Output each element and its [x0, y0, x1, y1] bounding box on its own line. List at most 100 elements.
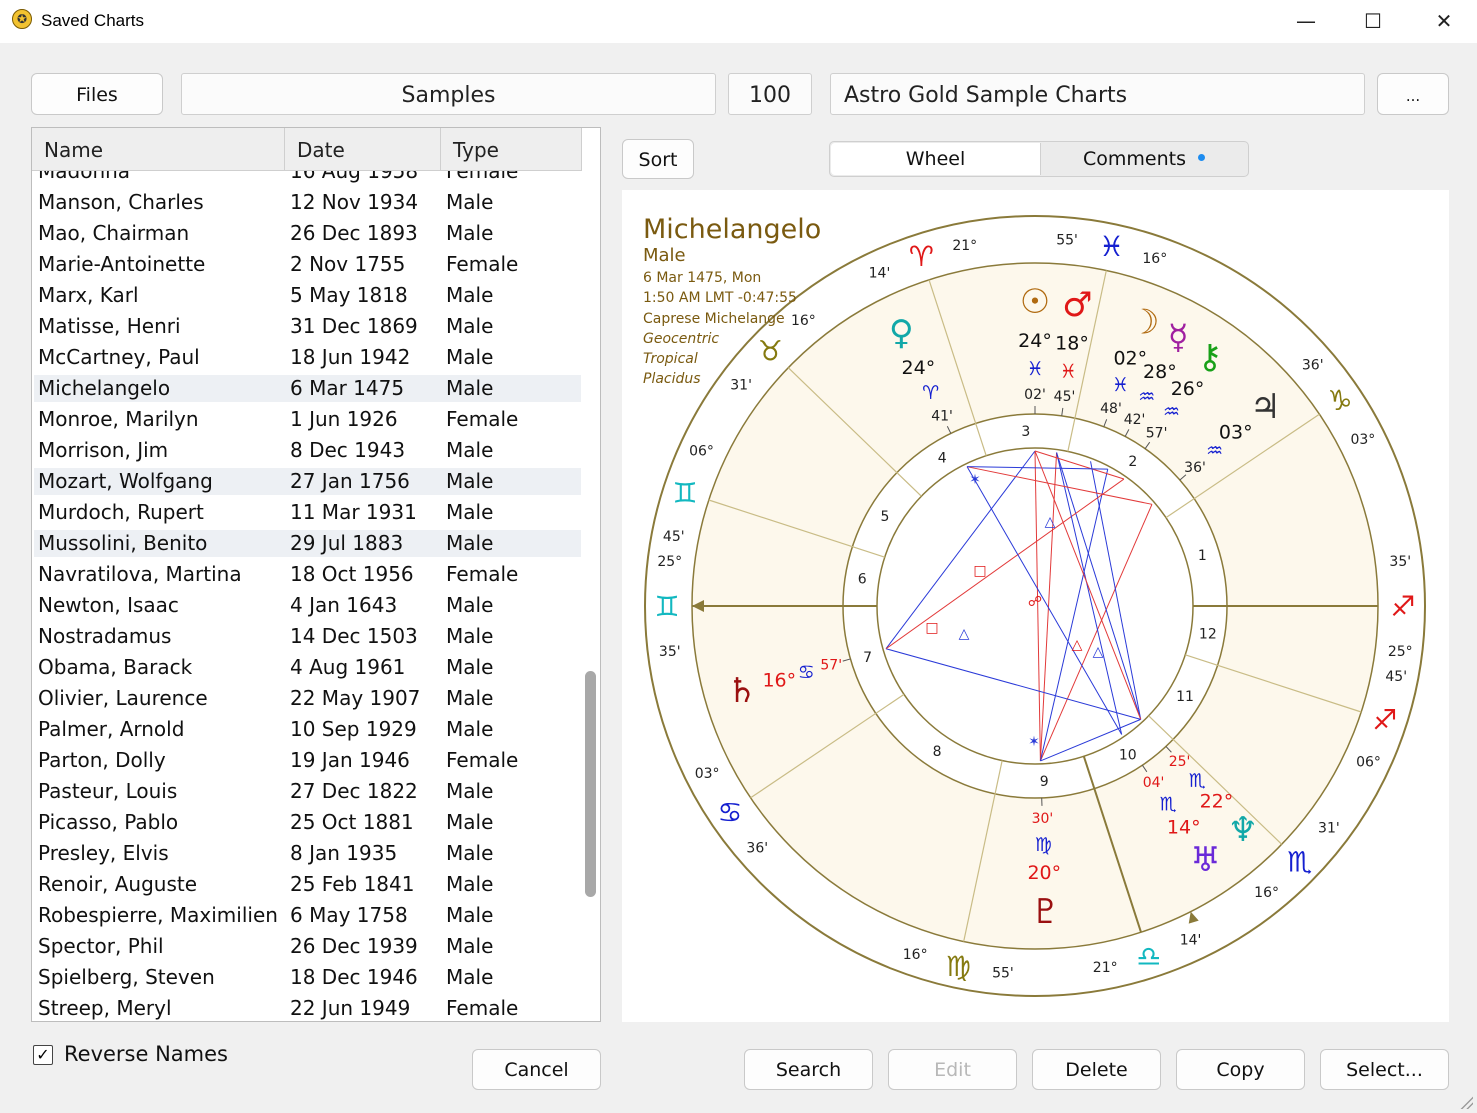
chart-place: Caprese Michelange: [643, 311, 785, 327]
column-header-type[interactable]: Type: [441, 128, 582, 170]
table-row[interactable]: Parton, Dolly 19 Jan 1946 Female: [34, 747, 581, 774]
table-row[interactable]: Renoir, Auguste 25 Feb 1841 Male: [34, 871, 581, 898]
house-number: 5: [881, 509, 890, 525]
folder-field[interactable]: Samples: [181, 73, 716, 115]
cusp-sign-icon: ♋: [717, 796, 742, 829]
table-row[interactable]: Presley, Elvis 8 Jan 1935 Male: [34, 840, 581, 867]
table-row[interactable]: Madonna 16 Aug 1958 Female: [34, 171, 581, 185]
table-row[interactable]: McCartney, Paul 18 Jun 1942 Male: [34, 344, 581, 371]
row-type: Male: [446, 593, 494, 617]
table-row[interactable]: Morrison, Jim 8 Dec 1943 Male: [34, 437, 581, 464]
resize-grip[interactable]: [1459, 1095, 1473, 1109]
row-type: Male: [446, 469, 494, 493]
row-name: Spielberg, Steven: [38, 965, 215, 989]
row-name: Michelangelo: [38, 376, 171, 400]
mercury-icon: ☿: [1168, 318, 1189, 358]
table-row[interactable]: Michelangelo 6 Mar 1475 Male: [34, 375, 581, 402]
table-row[interactable]: Marie-Antoinette 2 Nov 1755 Female: [34, 251, 581, 278]
chart-count-field[interactable]: 100: [728, 73, 812, 115]
cusp-degree: 03°: [1350, 432, 1375, 448]
row-type: Male: [446, 283, 494, 307]
table-row[interactable]: Navratilova, Martina 18 Oct 1956 Female: [34, 561, 581, 588]
sort-button[interactable]: Sort: [622, 139, 694, 179]
table-row[interactable]: Nostradamus 14 Dec 1503 Male: [34, 623, 581, 650]
row-date: 25 Feb 1841: [290, 872, 415, 896]
table-row[interactable]: Matisse, Henri 31 Dec 1869 Male: [34, 313, 581, 340]
cusp-sign-icon: ♐: [1372, 704, 1397, 737]
table-row[interactable]: Spector, Phil 26 Dec 1939 Male: [34, 933, 581, 960]
table-row[interactable]: Spielberg, Steven 18 Dec 1946 Male: [34, 964, 581, 991]
cusp-degree: 06°: [689, 443, 714, 459]
table-row[interactable]: Marx, Karl 5 May 1818 Male: [34, 282, 581, 309]
planet-degree: 16°: [762, 669, 796, 691]
column-header-date[interactable]: Date: [285, 128, 441, 170]
planet-sign-icon: ♓: [1026, 358, 1043, 380]
table-row[interactable]: Robespierre, Maximilien 6 May 1758 Male: [34, 902, 581, 929]
cusp-minute: 31': [730, 378, 752, 394]
cusp-degree: 16°: [1142, 251, 1167, 267]
cusp-sign-icon: ♑: [1328, 384, 1353, 417]
aspect-icon: △: [1093, 644, 1104, 660]
planet-minute: 30': [1032, 811, 1054, 827]
maximize-button[interactable]: ☐: [1343, 0, 1403, 43]
chart-setting: Tropical: [643, 351, 698, 367]
cancel-button[interactable]: Cancel: [472, 1049, 601, 1090]
cusp-degree: 03°: [695, 766, 720, 782]
table-row[interactable]: Obama, Barack 4 Aug 1961 Male: [34, 654, 581, 681]
cusp-sign-icon: ♓: [1099, 230, 1124, 263]
house-number: 9: [1040, 774, 1049, 790]
cusp-degree: 16°: [1254, 885, 1279, 901]
table-row[interactable]: Olivier, Laurence 22 May 1907 Male: [34, 685, 581, 712]
tab-comments[interactable]: Comments: [1041, 143, 1247, 175]
table-row[interactable]: Monroe, Marilyn 1 Jun 1926 Female: [34, 406, 581, 433]
cusp-sign-icon: ♏: [1287, 846, 1312, 879]
table-row[interactable]: Manson, Charles 12 Nov 1934 Male: [34, 189, 581, 216]
row-type: Male: [446, 221, 494, 245]
row-date: 16 Aug 1958: [290, 171, 419, 183]
more-button[interactable]: ...: [1377, 73, 1449, 115]
cusp-minute: 36': [1302, 358, 1324, 374]
table-row[interactable]: Mao, Chairman 26 Dec 1893 Male: [34, 220, 581, 247]
row-type: Male: [446, 500, 494, 524]
table-row[interactable]: Pasteur, Louis 27 Dec 1822 Male: [34, 778, 581, 805]
row-date: 8 Dec 1943: [290, 438, 406, 462]
planet-sign-icon: ♒: [1206, 440, 1223, 462]
table-row[interactable]: Picasso, Pablo 25 Oct 1881 Male: [34, 809, 581, 836]
column-header-name[interactable]: Name: [32, 128, 285, 170]
table-row[interactable]: Newton, Isaac 4 Jan 1643 Male: [34, 592, 581, 619]
jupiter-icon: ♃: [1250, 387, 1280, 427]
list-scrollbar-thumb[interactable]: [585, 671, 596, 897]
chart-list[interactable]: Name Date Type Madonna 16 Aug 1958 Female M…: [31, 127, 601, 1022]
table-row[interactable]: Mozart, Wolfgang 27 Jan 1756 Male: [34, 468, 581, 495]
table-row[interactable]: Palmer, Arnold 10 Sep 1929 Male: [34, 716, 581, 743]
files-button[interactable]: Files: [31, 73, 163, 115]
tab-wheel[interactable]: Wheel: [831, 143, 1041, 175]
row-name: Renoir, Auguste: [38, 872, 198, 896]
select-button[interactable]: Select...: [1320, 1049, 1449, 1090]
app-icon: ✪: [12, 9, 32, 29]
cusp-minute: 55': [1056, 232, 1078, 248]
row-date: 6 May 1758: [290, 903, 408, 927]
table-row[interactable]: Mussolini, Benito 29 Jul 1883 Male: [34, 530, 581, 557]
close-button[interactable]: ✕: [1414, 0, 1474, 43]
planet-minute: 57': [1146, 425, 1168, 441]
copy-button[interactable]: Copy: [1176, 1049, 1305, 1090]
cusp-sign-icon: ♍: [946, 950, 971, 983]
table-row[interactable]: Streep, Meryl 22 Jun 1949 Female: [34, 995, 581, 1021]
search-button[interactable]: Search: [744, 1049, 873, 1090]
row-type: Male: [446, 841, 494, 865]
edit-button[interactable]: Edit: [888, 1049, 1017, 1090]
description-field[interactable]: Astro Gold Sample Charts: [830, 73, 1365, 115]
table-row[interactable]: Murdoch, Rupert 11 Mar 1931 Male: [34, 499, 581, 526]
minimize-button[interactable]: —: [1276, 0, 1336, 43]
delete-button[interactable]: Delete: [1032, 1049, 1161, 1090]
reverse-names-checkbox[interactable]: ✓: [33, 1045, 53, 1065]
chart-gender: Male: [643, 245, 686, 266]
house-number: 10: [1119, 747, 1137, 763]
uranus-icon: ♅: [1190, 840, 1220, 880]
list-header: Name Date Type: [32, 128, 582, 171]
row-type: Male: [446, 872, 494, 896]
planet-degree: 24°: [902, 357, 936, 379]
aspect-icon: △: [1045, 514, 1056, 530]
chart-wheel-panel: 1 2 3 4 5 6 7 8 9 10 11 12 ♐ 25° 35' ♑ 03° 36' ♓ 16° 55' ♈ 21°…: [622, 190, 1449, 1022]
